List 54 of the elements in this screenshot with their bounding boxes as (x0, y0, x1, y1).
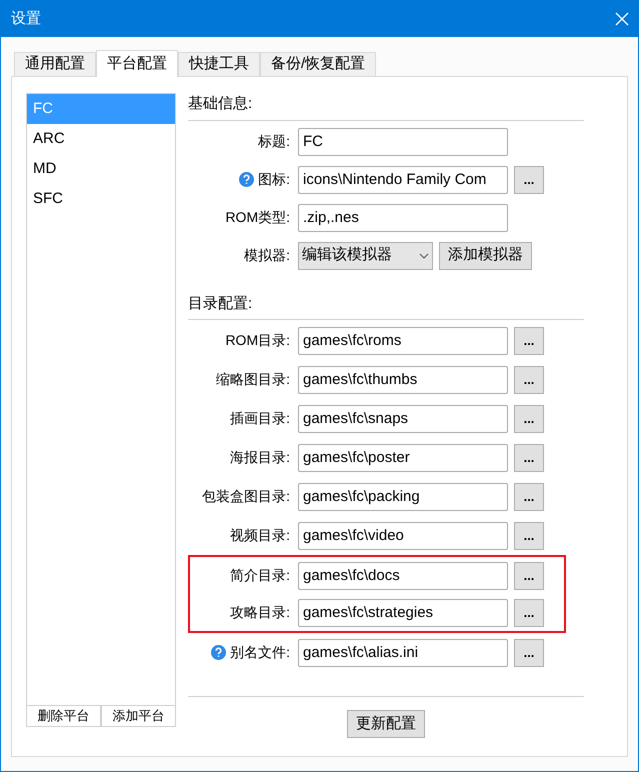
text-field[interactable]: games\fc\docs (298, 562, 508, 590)
field-label: ROM类型: (225, 208, 290, 227)
field-label: 包装盒图目录: (202, 487, 290, 506)
browse-button[interactable]: ... (514, 166, 544, 194)
field-label: 图标: (258, 170, 290, 189)
field-label: 模拟器: (244, 246, 290, 265)
chevron-down-icon (419, 252, 429, 258)
text-field[interactable]: FC (298, 128, 508, 156)
browse-button[interactable]: ... (514, 522, 544, 550)
platform-item[interactable]: MD (27, 154, 175, 184)
text-field[interactable]: games\fc\roms (298, 326, 508, 354)
add-emulator-button[interactable]: 添加模拟器 (439, 242, 532, 270)
tab[interactable]: 通用配置 (14, 52, 96, 76)
text-field[interactable]: .zip,.nes (298, 204, 508, 232)
browse-button[interactable]: ... (514, 444, 544, 472)
text-field[interactable]: games\fc\snaps (298, 404, 508, 432)
window-title: 设置 (11, 8, 41, 29)
section-heading: 目录配置: (188, 294, 254, 314)
field-label: 简介目录: (230, 566, 290, 585)
text-field[interactable]: games\fc\packing (298, 482, 508, 510)
section-heading: 基础信息: (188, 94, 254, 114)
update-button[interactable]: 更新配置 (347, 710, 425, 738)
field-label: ROM目录: (225, 331, 290, 350)
field-label: 攻略目录: (230, 603, 290, 622)
text-field[interactable]: games\fc\alias.ini (298, 638, 508, 666)
field-label: 别名文件: (230, 643, 290, 662)
platform-button[interactable]: 添加平台 (101, 706, 176, 727)
text-field[interactable]: games\fc\thumbs (298, 366, 508, 394)
field-label: 标题: (258, 132, 290, 151)
text-field[interactable]: games\fc\poster (298, 444, 508, 472)
field-label: 海报目录: (230, 448, 290, 467)
text-field[interactable]: icons\Nintendo Family Com (298, 166, 508, 194)
platform-item[interactable]: SFC (27, 184, 175, 214)
browse-button[interactable]: ... (514, 598, 544, 626)
browse-button[interactable]: ... (514, 404, 544, 432)
platform-item[interactable]: ARC (27, 124, 175, 154)
field-label: 缩略图目录: (216, 370, 290, 389)
browse-button[interactable]: ... (514, 326, 544, 354)
field-label: 视频目录: (230, 526, 290, 545)
field-label: 插画目录: (230, 409, 290, 428)
tab[interactable]: 平台配置 (96, 50, 178, 77)
help-icon[interactable] (239, 172, 254, 187)
tab[interactable]: 备份/恢复配置 (260, 52, 376, 76)
browse-button[interactable]: ... (514, 482, 544, 510)
help-icon[interactable] (211, 645, 226, 660)
browse-button[interactable]: ... (514, 366, 544, 394)
browse-button[interactable]: ... (514, 562, 544, 590)
text-field[interactable]: games\fc\strategies (298, 598, 508, 626)
emulator-dropdown[interactable]: 编辑该模拟器 (298, 242, 433, 270)
text-field[interactable]: games\fc\video (298, 522, 508, 550)
browse-button[interactable]: ... (514, 638, 544, 666)
platform-button[interactable]: 删除平台 (26, 706, 101, 727)
tab[interactable]: 快捷工具 (178, 52, 260, 76)
close-icon[interactable] (614, 11, 630, 27)
